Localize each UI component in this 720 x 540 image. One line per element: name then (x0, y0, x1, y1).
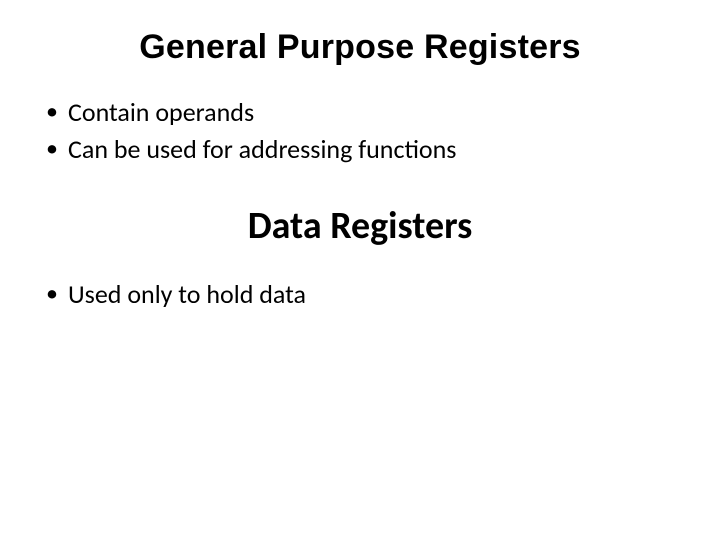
list-item: Can be used for addressing functions (40, 132, 680, 167)
section2-title: Data Registers (40, 203, 680, 249)
section2-bullets: Used only to hold data (40, 277, 680, 312)
section1-title: General Purpose Registers (40, 28, 680, 67)
section1-bullets: Contain operands Can be used for address… (40, 95, 680, 167)
slide: General Purpose Registers Contain operan… (0, 0, 720, 540)
list-item: Contain operands (40, 95, 680, 130)
list-item: Used only to hold data (40, 277, 680, 312)
